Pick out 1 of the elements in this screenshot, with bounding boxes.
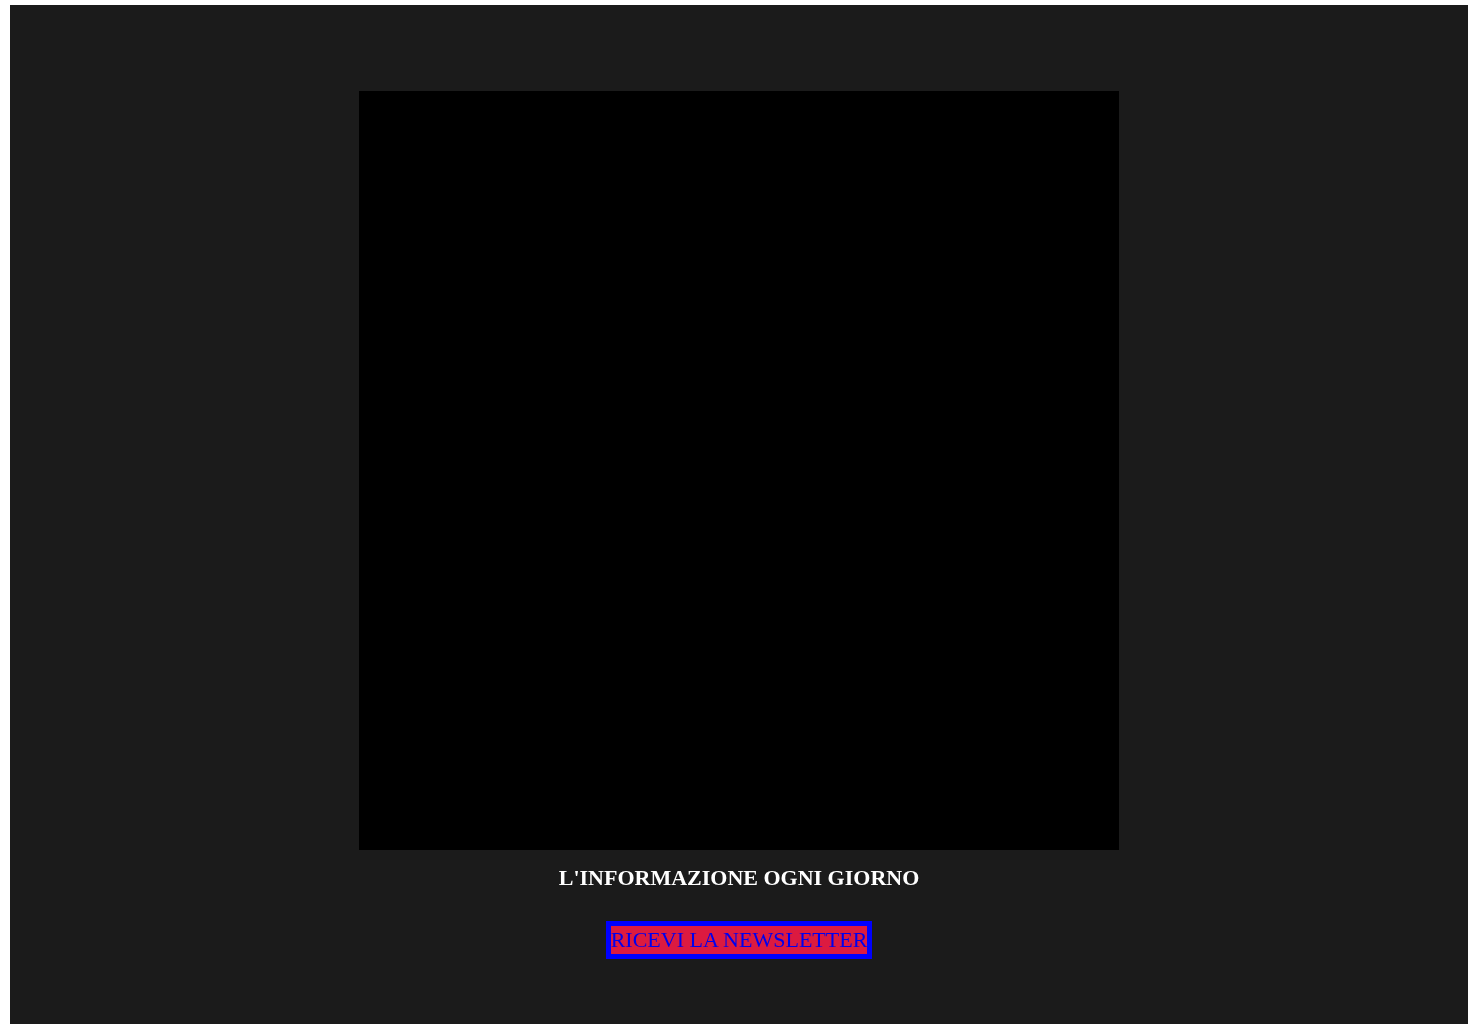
headline: L'INFORMAZIONE OGNI GIORNO [558,865,920,891]
